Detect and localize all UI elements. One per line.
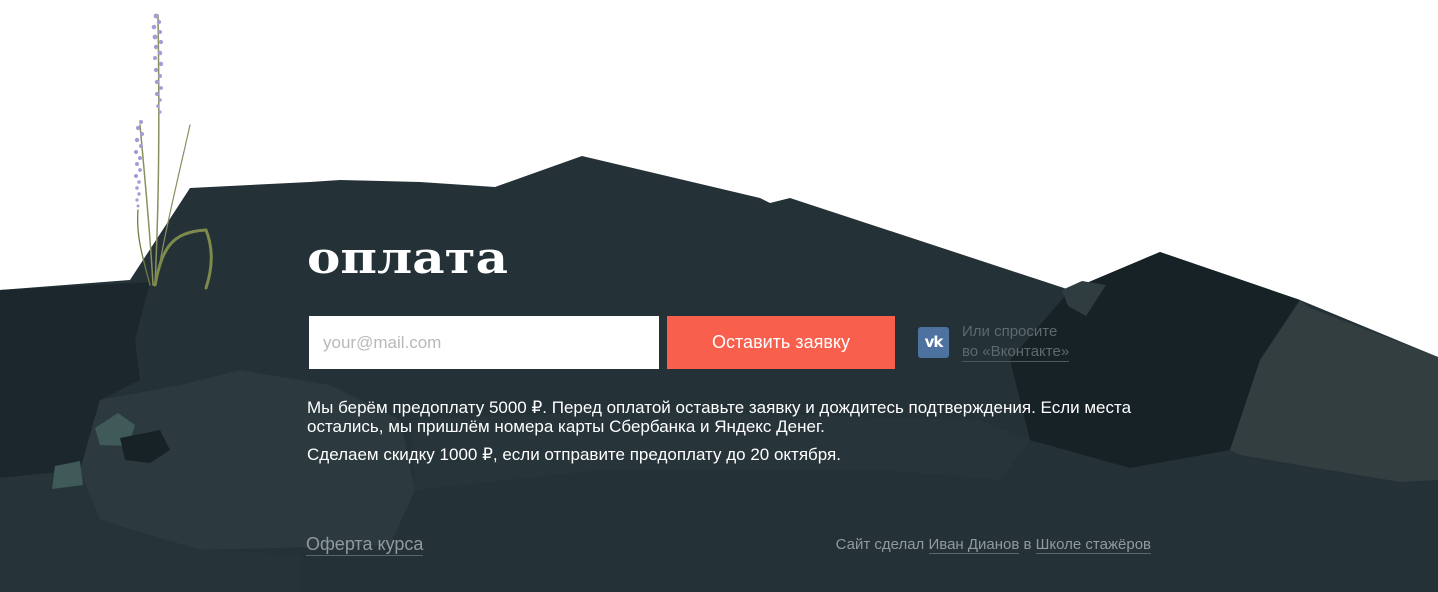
page-title: оплата <box>307 231 508 284</box>
vk-text-line1: Или спросите <box>962 323 1058 340</box>
email-input[interactable] <box>309 316 659 369</box>
vk-icon: vk <box>918 326 949 358</box>
payment-info: Мы берём предоплату 5000 ₽. Перед оплато… <box>307 398 1167 464</box>
discount-info-paragraph: Сделаем скидку 1000 ₽, если отправите пр… <box>307 445 841 464</box>
mountain-landscape-illustration <box>0 13 1438 592</box>
submit-application-button[interactable]: Оставить заявку <box>667 316 895 369</box>
credits-prefix: Сайт сделал <box>835 536 925 553</box>
vk-contact-text: Или спросите во «Вконтакте» <box>962 322 1070 362</box>
payment-section: оплата Оставить заявку vk Или спросите в… <box>0 0 1438 592</box>
site-credits: Сайт сделал Иван Дианов в Школе стажёров <box>836 535 1151 555</box>
vk-contact-link[interactable]: vk Или спросите во «Вконтакте» <box>918 322 1070 362</box>
credits-middle: в <box>1023 536 1032 553</box>
offer-link[interactable]: Оферта курса <box>306 533 424 556</box>
school-link[interactable]: Школе стажёров <box>1035 536 1151 554</box>
vk-text-line2[interactable]: во «Вконтакте» <box>962 343 1070 362</box>
payment-info-paragraph: Мы берём предоплату 5000 ₽. Перед оплато… <box>307 398 1132 436</box>
author-link[interactable]: Иван Дианов <box>928 536 1020 554</box>
